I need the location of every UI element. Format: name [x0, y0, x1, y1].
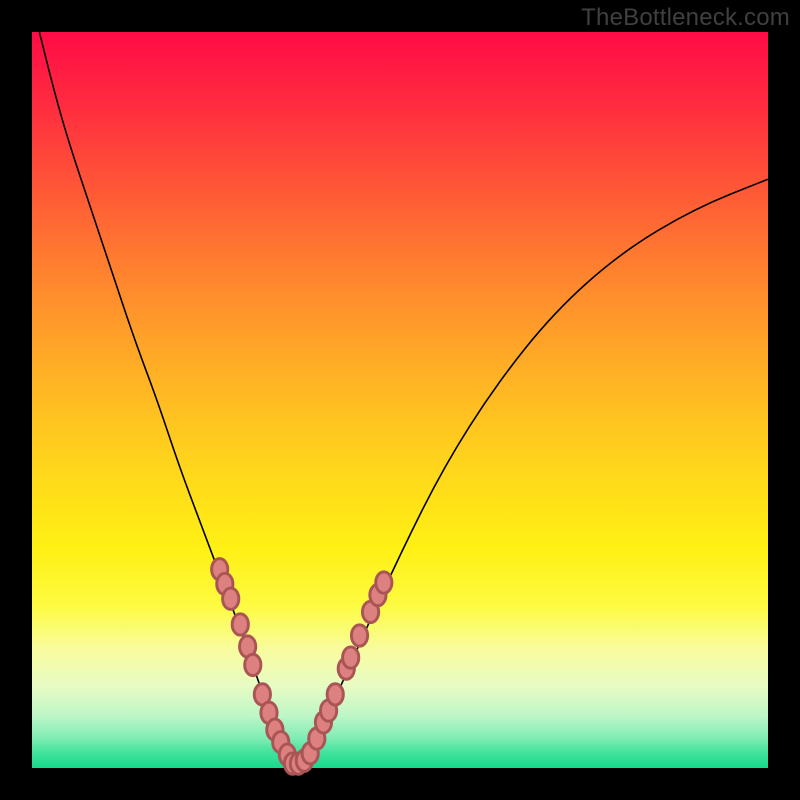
data-marker	[223, 588, 239, 609]
data-marker	[351, 625, 367, 646]
data-marker	[343, 647, 359, 668]
data-markers	[212, 559, 392, 775]
bottleneck-curve	[39, 32, 768, 764]
chart-svg	[32, 32, 768, 768]
data-marker	[232, 614, 248, 635]
plot-area	[32, 32, 768, 768]
chart-frame: TheBottleneck.com	[0, 0, 800, 800]
data-marker	[245, 654, 261, 675]
watermark-text: TheBottleneck.com	[581, 4, 790, 32]
data-marker	[327, 684, 343, 705]
data-marker	[376, 572, 392, 593]
